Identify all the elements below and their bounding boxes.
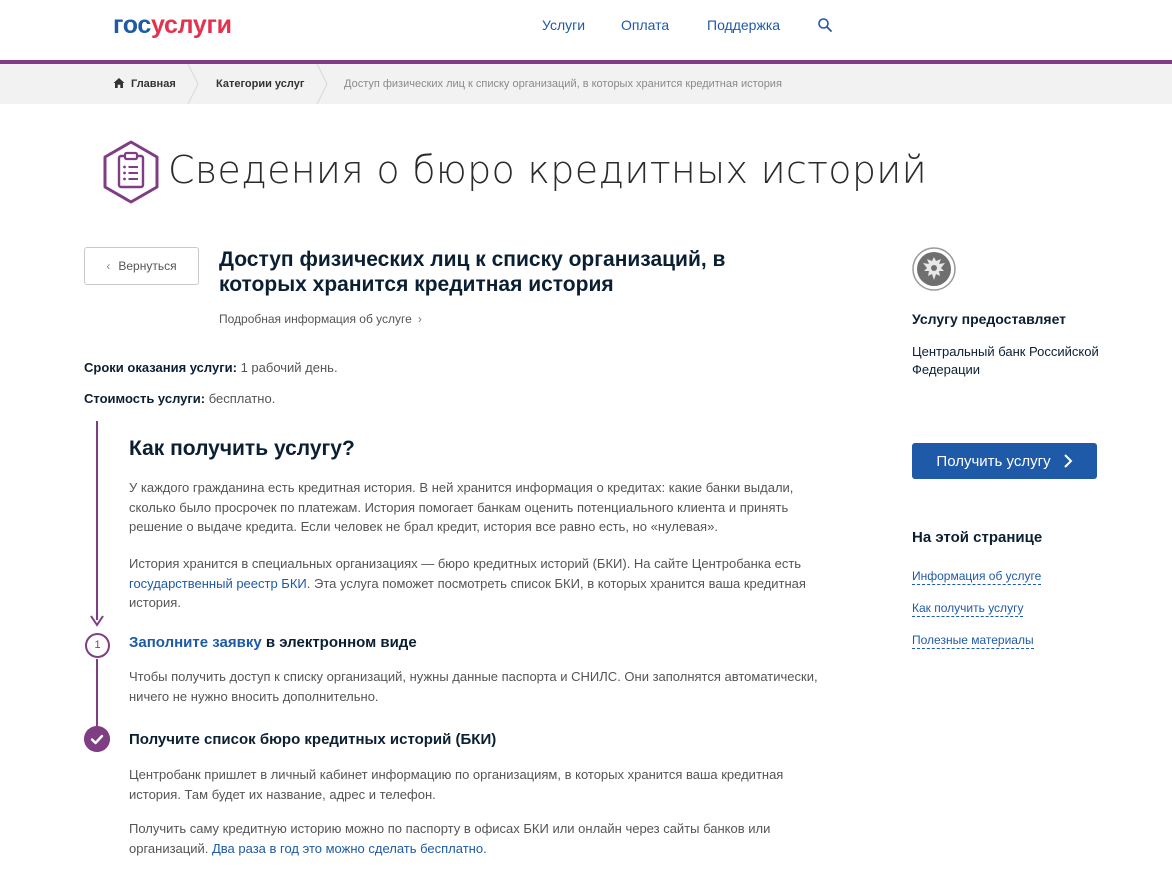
step-1-title-rest: в электронном виде (261, 634, 417, 651)
arrow-down-icon (90, 615, 104, 627)
page-title: Сведения о бюро кредитных историй (168, 148, 927, 192)
bki-registry-link[interactable]: государственный реестр БКИ (129, 576, 307, 591)
step-2-title: Получите список бюро кредитных историй (… (129, 731, 497, 748)
breadcrumb: Главная Категории услуг Доступ физически… (0, 64, 1172, 104)
on-this-page-heading: На этой странице (912, 529, 1043, 546)
back-button-label: Вернуться (118, 259, 177, 273)
toc-useful-materials[interactable]: Полезные материалы (912, 633, 1034, 649)
clipboard-list-icon (103, 140, 159, 204)
service-details-link[interactable]: Подробная информация об услуге › (219, 312, 422, 326)
toc-service-info[interactable]: Информация об услуге (912, 569, 1042, 585)
site-header: госуслуги Услуги Оплата Поддержка (0, 0, 1172, 60)
step-2-extra: Получить саму кредитную историю можно по… (129, 819, 829, 858)
timeline-line (96, 421, 98, 620)
gosuslugi-logo[interactable]: госуслуги (113, 11, 232, 40)
fill-application-link[interactable]: Заполните заявку (129, 634, 262, 651)
cost-value: бесплатно. (205, 391, 276, 406)
chevron-right-icon: › (417, 312, 422, 326)
cost-label: Стоимость услуги: (84, 391, 206, 406)
logo-part-gos: гос (113, 11, 152, 39)
breadcrumb-current: Доступ физических лиц к списку организац… (344, 78, 782, 90)
provider-name: Центральный банк Российской Федерации (912, 344, 1099, 377)
nav-support[interactable]: Поддержка (707, 17, 780, 33)
service-duration: Сроки оказания услуги: 1 рабочий день. (84, 360, 338, 375)
breadcrumb-categories[interactable]: Категории услуг (216, 78, 304, 90)
toc-how-to-get[interactable]: Как получить услугу (912, 601, 1024, 617)
credit-history-intro: У каждого гражданина есть кредитная исто… (129, 480, 794, 534)
step-2-description: Центробанк пришлет в личный кабинет инфо… (129, 767, 784, 802)
bureau-info-text-start: История хранится в специальных организац… (129, 556, 802, 571)
step-number-badge: 1 (85, 633, 110, 658)
credit-bureau-info: История хранится в специальных организац… (129, 554, 829, 613)
service-details-label: Подробная информация об услуге (219, 312, 412, 326)
back-button[interactable]: ‹ Вернуться (84, 247, 199, 285)
step-1-title: Заполните заявку в электронном виде (129, 634, 417, 651)
nav-services[interactable]: Услуги (542, 17, 585, 33)
breadcrumb-separator-icon (187, 64, 199, 104)
chevron-right-icon (1063, 454, 1072, 468)
duration-label: Сроки оказания услуги: (84, 360, 237, 375)
breadcrumb-home[interactable]: Главная (131, 78, 176, 90)
timeline-line (96, 659, 98, 727)
nav-payment[interactable]: Оплата (621, 17, 669, 33)
home-icon (113, 78, 125, 88)
step-1-description: Чтобы получить доступ к списку организац… (129, 669, 818, 704)
central-bank-emblem-icon (912, 247, 956, 291)
get-service-button[interactable]: Получить услугу (912, 443, 1097, 479)
breadcrumb-separator-icon (316, 64, 328, 104)
provider-label: Услугу предоставляет (912, 311, 1067, 327)
chevron-left-icon: ‹ (106, 259, 111, 273)
free-twice-a-year-link[interactable]: Два раза в год это можно сделать бесплат… (212, 841, 487, 856)
how-to-get-heading: Как получить услугу? (129, 437, 355, 460)
logo-part-uslugi: услуги (151, 11, 232, 39)
search-icon[interactable] (817, 17, 833, 33)
checkmark-icon (84, 726, 110, 752)
service-cost: Стоимость услуги: бесплатно. (84, 391, 275, 406)
get-service-label: Получить услугу (936, 452, 1051, 470)
service-heading: Доступ физических лиц к списку организац… (219, 248, 726, 296)
duration-value: 1 рабочий день. (236, 360, 338, 375)
